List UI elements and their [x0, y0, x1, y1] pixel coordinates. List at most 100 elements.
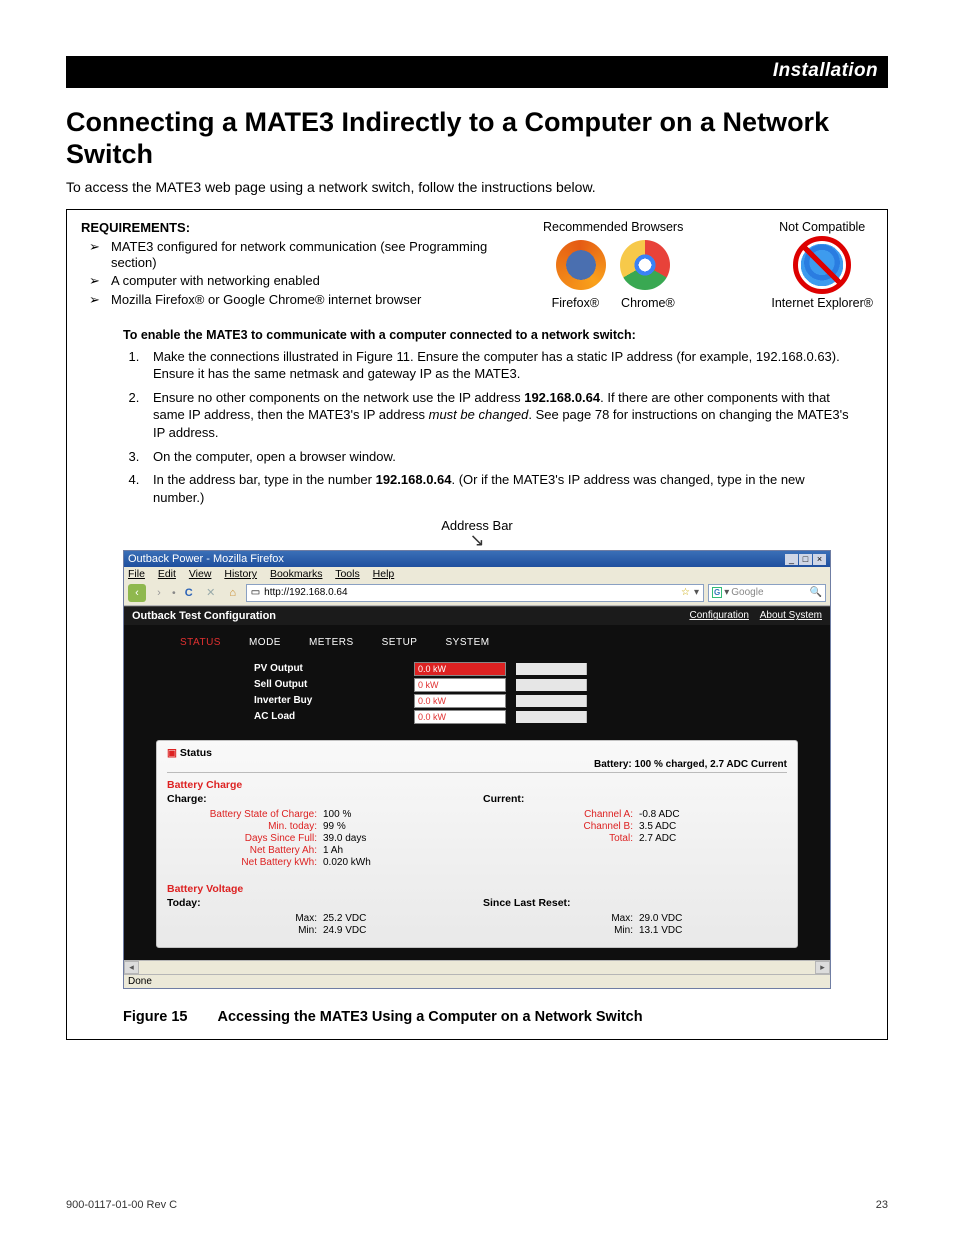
scroll-left-icon[interactable]: ◂: [124, 961, 139, 974]
link-configuration[interactable]: Configuration: [689, 610, 748, 621]
link-about-system[interactable]: About System: [760, 610, 822, 621]
pointer-arrow: ↘: [81, 535, 873, 546]
window-titlebar: Outback Power - Mozilla Firefox _□×: [124, 551, 830, 567]
requirements-title: REQUIREMENTS:: [81, 220, 525, 235]
firefox-label: Firefox®: [552, 296, 599, 310]
section-tab: Installation: [66, 56, 888, 88]
requirement-item: Mozilla Firefox® or Google Chrome® inter…: [89, 292, 525, 308]
intro-text: To access the MATE3 web page using a net…: [66, 179, 888, 195]
stop-button[interactable]: ✕: [202, 584, 220, 602]
tab-row: STATUS MODE METERS SETUP SYSTEM: [180, 637, 800, 648]
back-button[interactable]: ‹: [128, 584, 146, 602]
step-text: In the address bar, type in the number: [153, 472, 376, 487]
requirement-item: A computer with networking enabled: [89, 273, 525, 289]
page-title: Outback Test Configuration: [132, 610, 276, 622]
battery-charge-title: Battery Charge: [167, 779, 787, 791]
enable-title: To enable the MATE3 to communicate with …: [123, 328, 873, 342]
search-placeholder: Google: [731, 587, 763, 598]
kv-val: 1 Ah: [323, 845, 343, 856]
step-emph: must be changed: [429, 407, 529, 422]
kv-key: Days Since Full:: [167, 833, 323, 844]
kv-val: 39.0 days: [323, 833, 366, 844]
page-footer: 900-0117-01-00 Rev C 23: [66, 1199, 888, 1211]
kv-key: Net Battery Ah:: [167, 845, 323, 856]
meter-label: Inverter Buy: [154, 695, 404, 706]
kv-key: Channel A:: [483, 809, 639, 820]
page-content: STATUS MODE METERS SETUP SYSTEM PV Outpu…: [124, 625, 830, 960]
menu-item[interactable]: Bookmarks: [270, 568, 323, 580]
kv-val: 29.0 VDC: [639, 913, 682, 924]
menu-item[interactable]: Tools: [335, 568, 360, 580]
not-compatible-browsers: Not Compatible Internet Explorer®: [771, 220, 873, 310]
menu-bar[interactable]: File Edit View History Bookmarks Tools H…: [124, 567, 830, 581]
scroll-right-icon[interactable]: ▸: [815, 961, 830, 974]
steps-list: Make the connections illustrated in Figu…: [143, 348, 853, 506]
figure-number: Figure 15: [123, 1009, 187, 1025]
forward-button[interactable]: ›: [150, 584, 168, 602]
kv-key: Max:: [483, 913, 639, 924]
meter-value: 0 kW: [414, 678, 506, 692]
bookmark-star-icon[interactable]: ☆: [681, 587, 690, 598]
figure-caption: Figure 15 Accessing the MATE3 Using a Co…: [123, 1009, 831, 1025]
tab-system[interactable]: SYSTEM: [445, 637, 489, 648]
browser-window: Outback Power - Mozilla Firefox _□× File…: [123, 550, 831, 989]
kv-key: Min. today:: [167, 821, 323, 832]
meter-label: Sell Output: [154, 679, 404, 690]
tab-meters[interactable]: METERS: [309, 637, 354, 648]
step-item: Make the connections illustrated in Figu…: [143, 348, 853, 383]
step-item: In the address bar, type in the number 1…: [143, 471, 853, 506]
kv-val: 0.020 kWh: [323, 857, 371, 868]
step-text: Ensure no other components on the networ…: [153, 390, 524, 405]
current-heading: Current:: [483, 793, 787, 805]
kv-val: 13.1 VDC: [639, 925, 682, 936]
menu-item[interactable]: View: [189, 568, 212, 580]
page-icon: ▭: [251, 587, 260, 598]
chrome-label: Chrome®: [621, 296, 675, 310]
ie-label: Internet Explorer®: [771, 296, 873, 310]
recommended-browsers: Recommended Browsers Firefox® Chrome®: [543, 220, 683, 310]
meter-value: 0.0 kW: [414, 662, 506, 676]
meter-value: 0.0 kW: [414, 710, 506, 724]
tab-setup[interactable]: SETUP: [382, 637, 418, 648]
menu-item[interactable]: File: [128, 568, 145, 580]
menu-item[interactable]: Help: [373, 568, 395, 580]
reload-button[interactable]: C: [180, 584, 198, 602]
search-icon[interactable]: 🔍: [810, 587, 822, 598]
window-title: Outback Power - Mozilla Firefox: [128, 553, 284, 565]
kv-val: 25.2 VDC: [323, 913, 366, 924]
google-g-icon: G: [712, 587, 722, 598]
tab-mode[interactable]: MODE: [249, 637, 281, 648]
tab-status[interactable]: STATUS: [180, 637, 221, 648]
kv-key: Min:: [483, 925, 639, 936]
address-bar[interactable]: ▭ http://192.168.0.64 ☆ ▾: [246, 584, 704, 602]
page-header-bar: Outback Test Configuration Configuration…: [124, 606, 830, 625]
requirements-box: REQUIREMENTS: MATE3 configured for netwo…: [66, 209, 888, 1040]
requirements-list: MATE3 configured for network communicati…: [89, 239, 525, 308]
meter-label: AC Load: [154, 711, 404, 722]
meter-value: 0.0 kW: [414, 694, 506, 708]
menu-item[interactable]: History: [224, 568, 257, 580]
home-button[interactable]: ⌂: [224, 584, 242, 602]
kv-key: Battery State of Charge:: [167, 809, 323, 820]
document-page: Installation Connecting a MATE3 Indirect…: [0, 0, 954, 1235]
window-controls[interactable]: _□×: [784, 553, 826, 565]
maximize-icon[interactable]: □: [799, 554, 812, 565]
page-heading: Connecting a MATE3 Indirectly to a Compu…: [66, 106, 888, 171]
kv-key: Min:: [167, 925, 323, 936]
battery-voltage-title: Battery Voltage: [167, 883, 787, 895]
kv-val: 3.5 ADC: [639, 821, 676, 832]
firefox-icon: [556, 240, 606, 290]
search-box[interactable]: G ▾ Google 🔍: [708, 584, 826, 602]
minimize-icon[interactable]: _: [785, 554, 798, 565]
status-panel: ▣Status Battery: 100 % charged, 2.7 ADC …: [156, 740, 798, 948]
kv-val: 100 %: [323, 809, 351, 820]
not-compatible-label: Not Compatible: [771, 220, 873, 234]
kv-key: Max:: [167, 913, 323, 924]
menu-item[interactable]: Edit: [158, 568, 176, 580]
step-ip: 192.168.0.64: [524, 390, 600, 405]
close-icon[interactable]: ×: [813, 554, 826, 565]
requirement-item: MATE3 configured for network communicati…: [89, 239, 525, 272]
meter-rows: PV Output0.0 kW Sell Output0 kW Inverter…: [154, 662, 800, 724]
step-item: On the computer, open a browser window.: [143, 448, 853, 466]
h-scrollbar[interactable]: ◂ ▸: [124, 960, 830, 974]
